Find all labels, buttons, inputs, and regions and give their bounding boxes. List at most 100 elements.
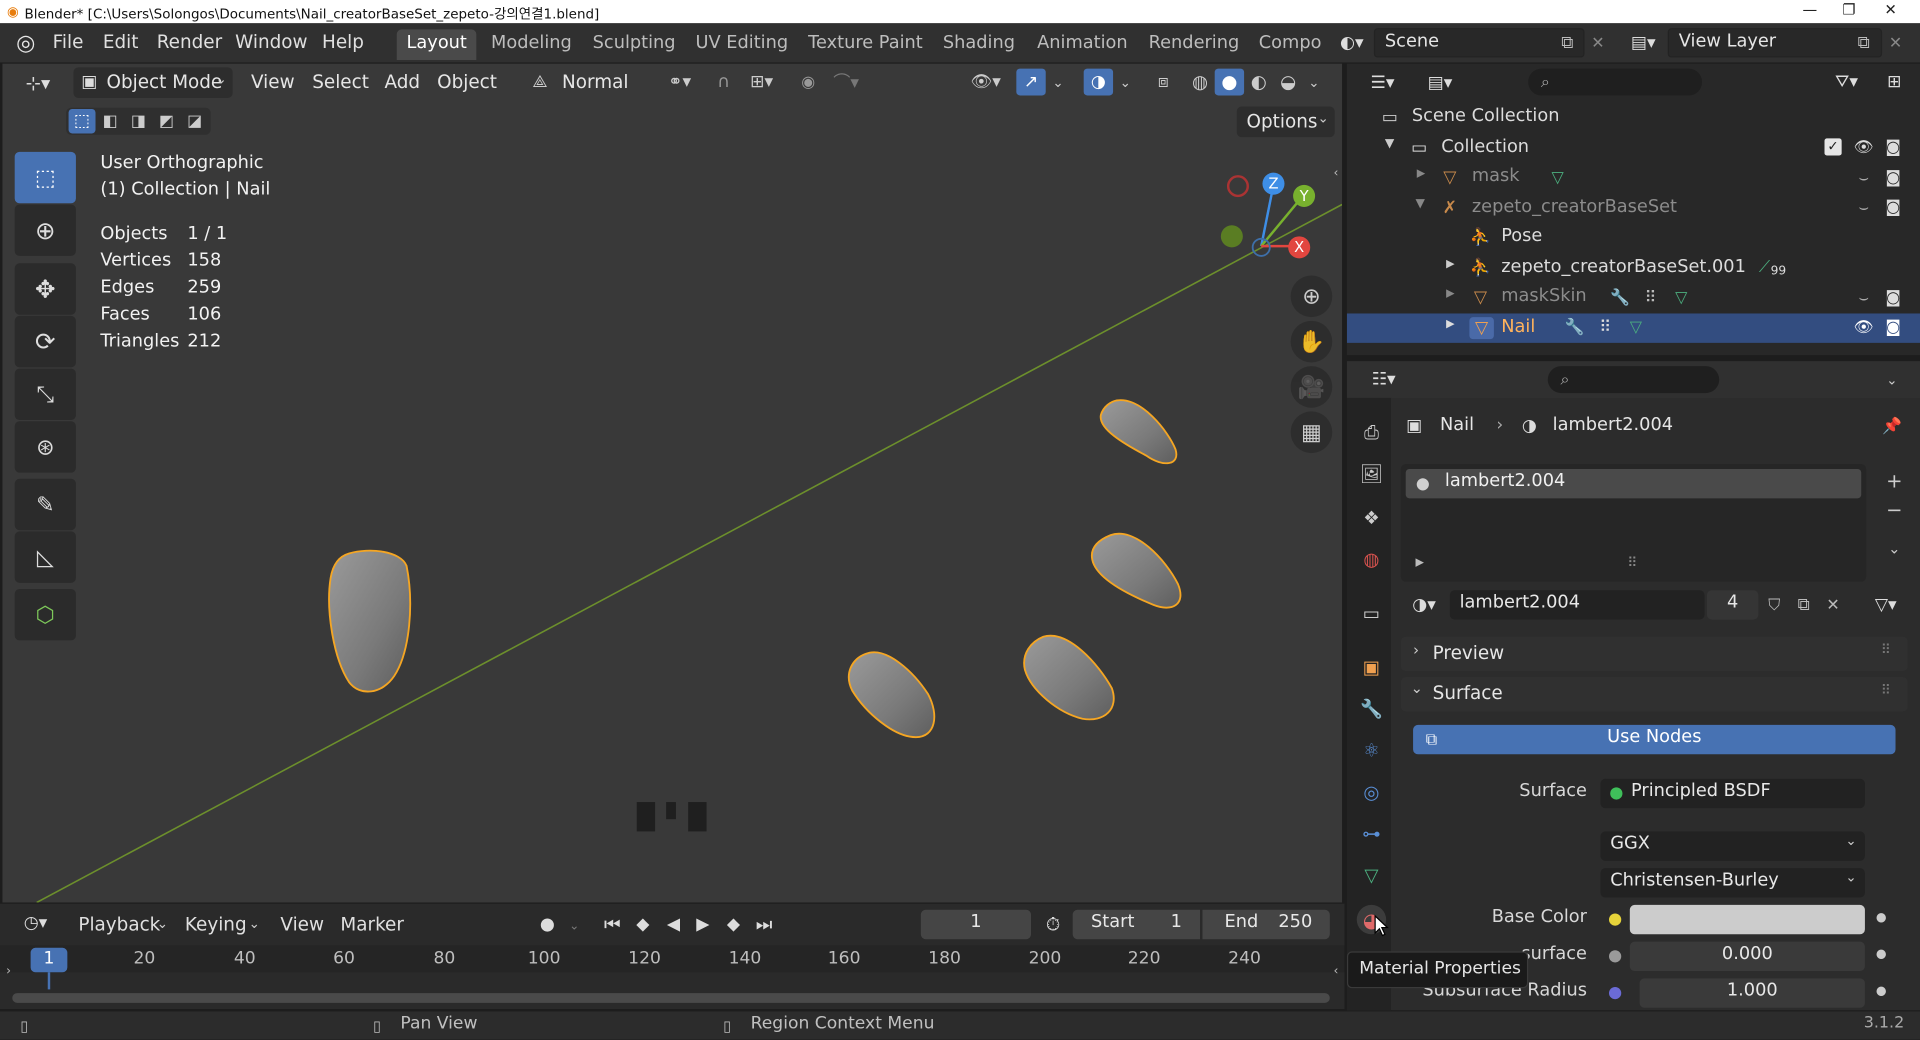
- fake-user-shield-icon[interactable]: ⛉: [1761, 591, 1788, 618]
- tab-uv-editing[interactable]: UV Editing: [696, 33, 789, 53]
- playhead[interactable]: 1: [30, 947, 68, 973]
- preview-panel-header[interactable]: › Preview ⠿: [1400, 636, 1908, 672]
- proportional-falloff-icon[interactable]: ⌒▾: [825, 70, 867, 94]
- new-collection-icon[interactable]: ⊞: [1881, 70, 1908, 94]
- outliner-row-mask[interactable]: ▶ ▽ mask ▽ ⌣ ◙: [1347, 163, 1920, 193]
- slot-specials-icon[interactable]: ⌄: [1881, 535, 1908, 562]
- material-preview-shading-icon[interactable]: ◐: [1245, 70, 1272, 94]
- jump-prev-keyframe-icon[interactable]: ◆: [629, 912, 656, 936]
- options-dropdown[interactable]: Options ⌄: [1236, 106, 1335, 138]
- pan-view-hand-icon[interactable]: ✋: [1290, 320, 1333, 363]
- display-mode-icon[interactable]: ▤▾: [1416, 71, 1465, 95]
- tab-modifiers-icon[interactable]: 🔧: [1357, 694, 1386, 723]
- expand-arrow-icon[interactable]: ▶: [1446, 288, 1454, 300]
- camera-render-icon[interactable]: ◙: [1881, 317, 1905, 339]
- gizmo-dropdown-icon[interactable]: ⌄: [1048, 70, 1068, 94]
- tab-world-icon[interactable]: ◍: [1357, 545, 1386, 574]
- eye-hidden-icon[interactable]: ⌣: [1851, 287, 1875, 309]
- shading-dropdown-icon[interactable]: ⌄: [1304, 70, 1324, 94]
- tab-compositing[interactable]: Compo: [1259, 33, 1322, 53]
- menu-playback[interactable]: Playback: [78, 913, 160, 935]
- base-color-swatch[interactable]: [1629, 904, 1865, 935]
- remove-view-layer-icon[interactable]: ✕: [1886, 32, 1906, 54]
- tab-object-icon[interactable]: ▣: [1357, 653, 1386, 682]
- menu-keying[interactable]: Keying: [185, 913, 247, 935]
- material-name-field[interactable]: lambert2.004: [1449, 590, 1705, 620]
- camera-render-icon[interactable]: ◙: [1881, 287, 1905, 309]
- select-extend-icon[interactable]: ◧: [97, 109, 124, 133]
- close-window-button[interactable]: ✕: [1866, 0, 1915, 23]
- tab-shading[interactable]: Shading: [943, 33, 1015, 53]
- tab-rendering[interactable]: Rendering: [1149, 33, 1240, 53]
- move-tool[interactable]: ✥: [14, 263, 76, 315]
- menu-object[interactable]: Object: [437, 71, 497, 93]
- play-icon[interactable]: ▶: [691, 912, 715, 936]
- jump-to-start-icon[interactable]: ⏮: [600, 912, 624, 936]
- pivot-point-icon[interactable]: ⚭▾: [659, 70, 701, 94]
- tab-object-data-icon[interactable]: ▽: [1357, 861, 1386, 890]
- outliner-row-zepeto-armature-data[interactable]: ▶ ⛹ zepeto_creatorBaseSet.001 ⟋ 99: [1347, 253, 1920, 283]
- color-socket-icon[interactable]: [1608, 913, 1622, 926]
- snap-options-icon[interactable]: ⊞▾: [740, 70, 784, 94]
- snap-toggle-icon[interactable]: ∩: [710, 70, 737, 94]
- tab-view-layer-icon[interactable]: ❖: [1357, 503, 1386, 532]
- start-frame-field[interactable]: Start 1: [1072, 909, 1201, 940]
- proportional-editing-icon[interactable]: ◉: [795, 70, 822, 94]
- editor-type-icon[interactable]: ⊹▾: [17, 71, 59, 95]
- select-subtract-icon[interactable]: ◨: [125, 109, 152, 133]
- current-frame-field[interactable]: 1: [920, 909, 1032, 940]
- jump-to-end-icon[interactable]: ⏭: [752, 912, 776, 936]
- camera-render-icon[interactable]: ◙: [1881, 137, 1905, 159]
- menu-edit[interactable]: Edit: [103, 31, 139, 53]
- properties-options-icon[interactable]: ⌄: [1881, 369, 1903, 391]
- xray-toggle-icon[interactable]: ⧈: [1150, 70, 1177, 94]
- expand-arrow-icon[interactable]: ▶: [1446, 258, 1454, 270]
- camera-render-icon[interactable]: ◙: [1881, 167, 1905, 189]
- select-new-icon[interactable]: ⬚: [68, 108, 96, 134]
- remove-slot-icon[interactable]: −: [1881, 496, 1908, 523]
- keyframe-dot-icon[interactable]: ●: [1876, 984, 1887, 997]
- filter-icon[interactable]: ⛛▾: [1822, 70, 1871, 94]
- outliner-row-scene-collection[interactable]: ▭ Scene Collection: [1347, 103, 1920, 133]
- expand-arrow-icon[interactable]: ▼: [1416, 197, 1425, 210]
- duplicate-view-layer-icon[interactable]: ⧉: [1851, 32, 1875, 54]
- tab-layout[interactable]: Layout: [396, 29, 477, 61]
- material-slot-row[interactable]: ● lambert2.004: [1405, 468, 1862, 499]
- subsurface-radius-field[interactable]: 1.000: [1639, 978, 1865, 1008]
- timeline-editor-type-icon[interactable]: ◷▾: [15, 911, 57, 935]
- properties-editor-type-icon[interactable]: ☷▾: [1362, 367, 1406, 391]
- menu-select[interactable]: Select: [312, 71, 369, 93]
- outliner-row-collection[interactable]: ▼ ▭ Collection ✓ 👁 ◙: [1347, 133, 1920, 163]
- tab-animation[interactable]: Animation: [1037, 33, 1128, 53]
- keyframe-dot-icon[interactable]: ●: [1876, 948, 1887, 961]
- outliner-search-input[interactable]: ⌕: [1528, 68, 1703, 96]
- add-cube-tool[interactable]: ⬡: [14, 588, 76, 641]
- properties-search-input[interactable]: ⌕: [1547, 366, 1720, 394]
- menu-window[interactable]: Window: [235, 31, 307, 53]
- blender-menu-icon[interactable]: ◎: [12, 30, 39, 56]
- select-intersect-icon[interactable]: ◪: [181, 109, 208, 133]
- camera-render-icon[interactable]: ◙: [1881, 197, 1905, 219]
- scene-selector-icon[interactable]: ◐▾: [1333, 31, 1370, 55]
- vector-socket-icon[interactable]: [1608, 986, 1622, 1000]
- remove-scene-icon[interactable]: ✕: [1588, 32, 1608, 54]
- value-socket-icon[interactable]: [1608, 950, 1622, 963]
- gizmo-toggle-icon[interactable]: ↗: [1016, 68, 1046, 96]
- wireframe-shading-icon[interactable]: ◍: [1187, 70, 1214, 94]
- play-reverse-icon[interactable]: ◀: [661, 912, 685, 936]
- menu-add[interactable]: Add: [384, 71, 420, 93]
- eye-icon[interactable]: 👁: [1851, 317, 1875, 339]
- preview-range-stopwatch-icon[interactable]: ⏱: [1040, 911, 1067, 938]
- auto-keying-record-icon[interactable]: ●: [535, 912, 559, 936]
- view-layer-field[interactable]: View Layer: [1667, 28, 1883, 58]
- keying-dropdown-icon[interactable]: ⌄: [564, 915, 584, 937]
- end-frame-field[interactable]: End 250: [1202, 909, 1330, 940]
- subsurface-field[interactable]: 0.000: [1629, 941, 1865, 972]
- keyframe-dot-icon[interactable]: ●: [1876, 911, 1887, 924]
- eye-icon[interactable]: 👁: [1851, 137, 1875, 159]
- zoom-view-icon[interactable]: ⊕: [1290, 275, 1333, 318]
- list-resize-grip-icon[interactable]: ⠿: [1627, 555, 1637, 571]
- outliner-editor-type-icon[interactable]: ☰▾: [1362, 71, 1404, 95]
- mode-selector[interactable]: ▣ Object Mode ⌄: [73, 67, 233, 98]
- orientation-selector[interactable]: ⟁ Normal: [527, 67, 645, 98]
